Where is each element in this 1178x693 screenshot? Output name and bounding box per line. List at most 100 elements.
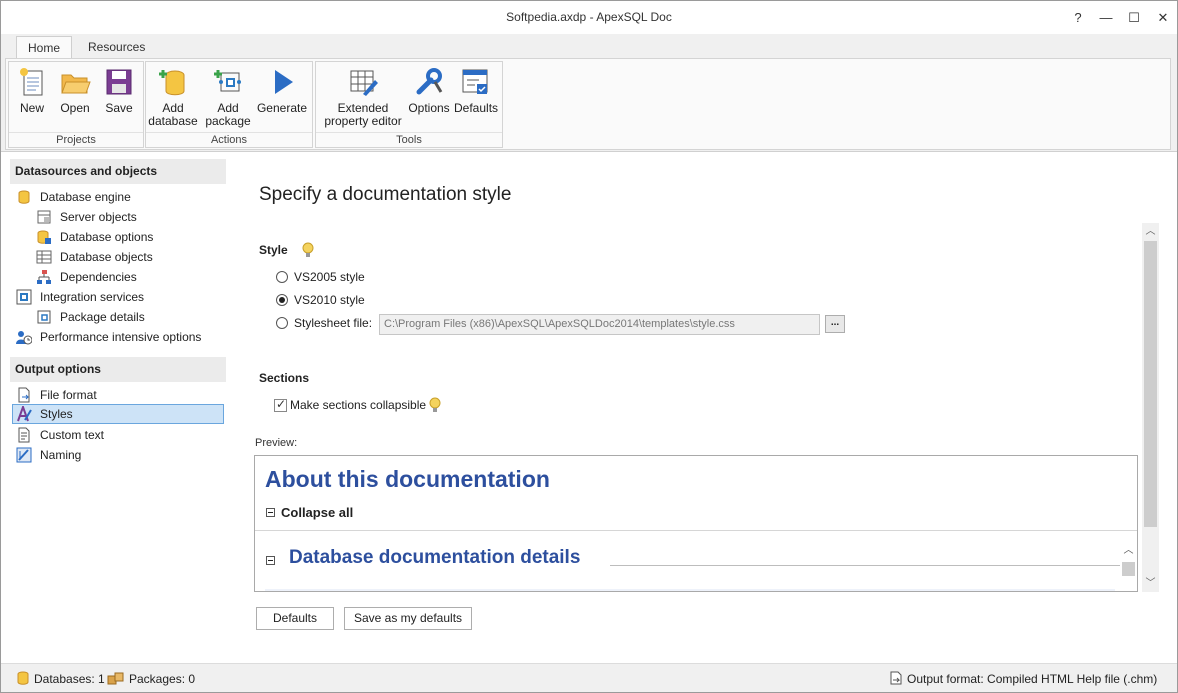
folder-open-icon [61,74,91,94]
preview-divider [255,530,1137,531]
status-output-format: Output format: Compiled HTML Help file (… [889,671,1157,686]
sidebar-item-database-options[interactable]: Database options [36,227,216,247]
page-title: Specify a documentation style [259,184,512,205]
extended-property-editor-button[interactable]: Extended property editor [320,66,406,128]
style-section-label: Style [259,243,288,257]
dependencies-icon [37,270,51,284]
sidebar-item-styles[interactable]: Styles [12,404,224,424]
group-tools-label: Tools [316,132,502,147]
database-status-icon [17,671,29,685]
close-button[interactable]: ✕ [1152,7,1174,29]
play-arrow-icon [275,70,293,94]
generate-button[interactable]: Generate [256,66,308,115]
radio-vs2010[interactable]: VS2010 style [276,291,416,309]
collapse-section-icon[interactable] [266,556,275,565]
tab-resources[interactable]: Resources [77,36,156,60]
lightbulb-hint-icon-sections[interactable] [429,397,441,413]
app-window: Softpedia.axdp - ApexSQL Doc ? — ☐ ✕ Hom… [0,0,1178,693]
sidebar-label-server-objects: Server objects [60,210,137,224]
sidebar-item-performance-intensive-options[interactable]: Performance intensive options [16,327,226,347]
options-label: Options [408,101,450,115]
styles-icon [17,406,32,422]
new-document-icon [20,68,43,96]
ribbon: New Open Save Projects Add database Add … [1,58,1177,152]
defaults-ribbon-button[interactable]: Defaults [454,66,499,115]
sidebar-item-database-objects[interactable]: Database objects [36,247,216,267]
sidebar-label-naming: Naming [40,448,82,462]
maximize-button[interactable]: ☐ [1123,7,1145,29]
defaults-button[interactable]: Defaults [256,607,334,630]
sidebar-item-database-engine[interactable]: Database engine [16,187,216,207]
collapsible-label[interactable]: Make sections collapsible [290,398,426,412]
sidebar-item-integration-services[interactable]: Integration services [16,287,216,307]
tab-home[interactable]: Home [16,36,73,60]
scroll-up-icon[interactable]: ︿ [1142,223,1159,240]
grid-edit-icon [350,70,378,96]
stylesheet-path-field[interactable]: C:\Program Files (x86)\ApexSQL\ApexSQLDo… [379,314,820,335]
sidebar-item-dependencies[interactable]: Dependencies [36,267,216,287]
wrench-icon [416,68,443,95]
save-button[interactable]: Save [99,66,139,115]
file-format-icon [18,387,30,403]
datasources-header: Datasources and objects [10,159,226,184]
sidebar-item-package-details[interactable]: Package details [36,307,216,327]
add-database-button[interactable]: Add database [148,66,198,128]
sidebar-label-file-format: File format [40,388,97,402]
preview-collapse-all[interactable]: Collapse all [281,505,353,520]
help-button[interactable]: ? [1067,7,1089,29]
radio-vs2010-label: VS2010 style [294,293,365,307]
radio-vs2005[interactable]: VS2005 style [276,268,416,286]
sidebar-label-styles: Styles [40,407,73,421]
sidebar-label-database-options: Database options [60,230,154,244]
radio-vs2010-circle[interactable] [276,294,288,306]
radio-stylesheet-file[interactable]: Stylesheet file: [276,314,376,332]
collapsible-checkbox[interactable] [274,397,287,412]
scroll-down-icon[interactable]: ﹀ [1142,575,1159,592]
defaults-ribbon-label: Defaults [454,101,499,115]
sidebar-item-custom-text[interactable]: Custom text [16,425,216,445]
lightbulb-hint-icon[interactable] [302,242,314,258]
defaults-icon [462,69,488,94]
generate-label: Generate [256,101,308,115]
table-grid-icon [36,250,52,264]
status-bar: Databases: 1 Packages: 0 Output format: … [1,663,1177,692]
status-databases-text: Databases: 1 [34,672,105,686]
preview-scroll-up-icon[interactable]: ︿ [1120,542,1137,559]
preview-scroll-thumb[interactable] [1122,562,1135,576]
sidebar-item-naming[interactable]: Naming [16,445,216,465]
group-projects-label: Projects [9,132,143,147]
new-button[interactable]: New [13,66,51,115]
navigation-sidebar: Datasources and objects Database engine … [1,153,233,661]
database-icon [18,190,30,204]
title-bar: Softpedia.axdp - ApexSQL Doc ? — ☐ ✕ [1,1,1177,34]
preview-table-edge [265,589,1115,591]
options-button[interactable]: Options [408,66,450,115]
sidebar-item-file-format[interactable]: File format [16,385,216,405]
browse-button[interactable]: ... [825,315,845,333]
open-button[interactable]: Open [55,66,95,115]
save-as-my-defaults-button[interactable]: Save as my defaults [344,607,472,630]
sidebar-item-server-objects[interactable]: Server objects [36,207,216,227]
radio-vs2005-circle[interactable] [276,271,288,283]
main-scroll-thumb[interactable] [1144,241,1157,527]
radio-stylesheet-circle[interactable] [276,317,288,329]
main-scrollbar[interactable]: ︿ ﹀ [1142,223,1159,592]
status-databases: Databases: 1 [16,671,105,686]
add-package-button[interactable]: Add package [204,66,252,128]
minimize-button[interactable]: — [1095,7,1117,29]
save-label: Save [105,101,133,115]
server-objects-icon [37,210,51,224]
database-options-icon [37,230,51,244]
performance-users-icon [16,331,32,345]
custom-text-icon [18,427,30,443]
radio-stylesheet-label: Stylesheet file: [294,316,373,330]
radio-vs2005-label: VS2005 style [294,270,365,284]
sidebar-label-custom-text: Custom text [40,428,105,442]
style-preview: About this documentation Collapse all Da… [254,455,1138,592]
preview-scrollbar[interactable]: ︿ [1120,542,1137,591]
group-tools: Extended property editor Options Default… [315,61,503,148]
integration-services-icon [16,289,32,305]
sidebar-label-database-engine: Database engine [40,190,131,204]
collapse-all-icon[interactable] [266,508,275,517]
extended-property-label-1: Extended [337,101,389,115]
